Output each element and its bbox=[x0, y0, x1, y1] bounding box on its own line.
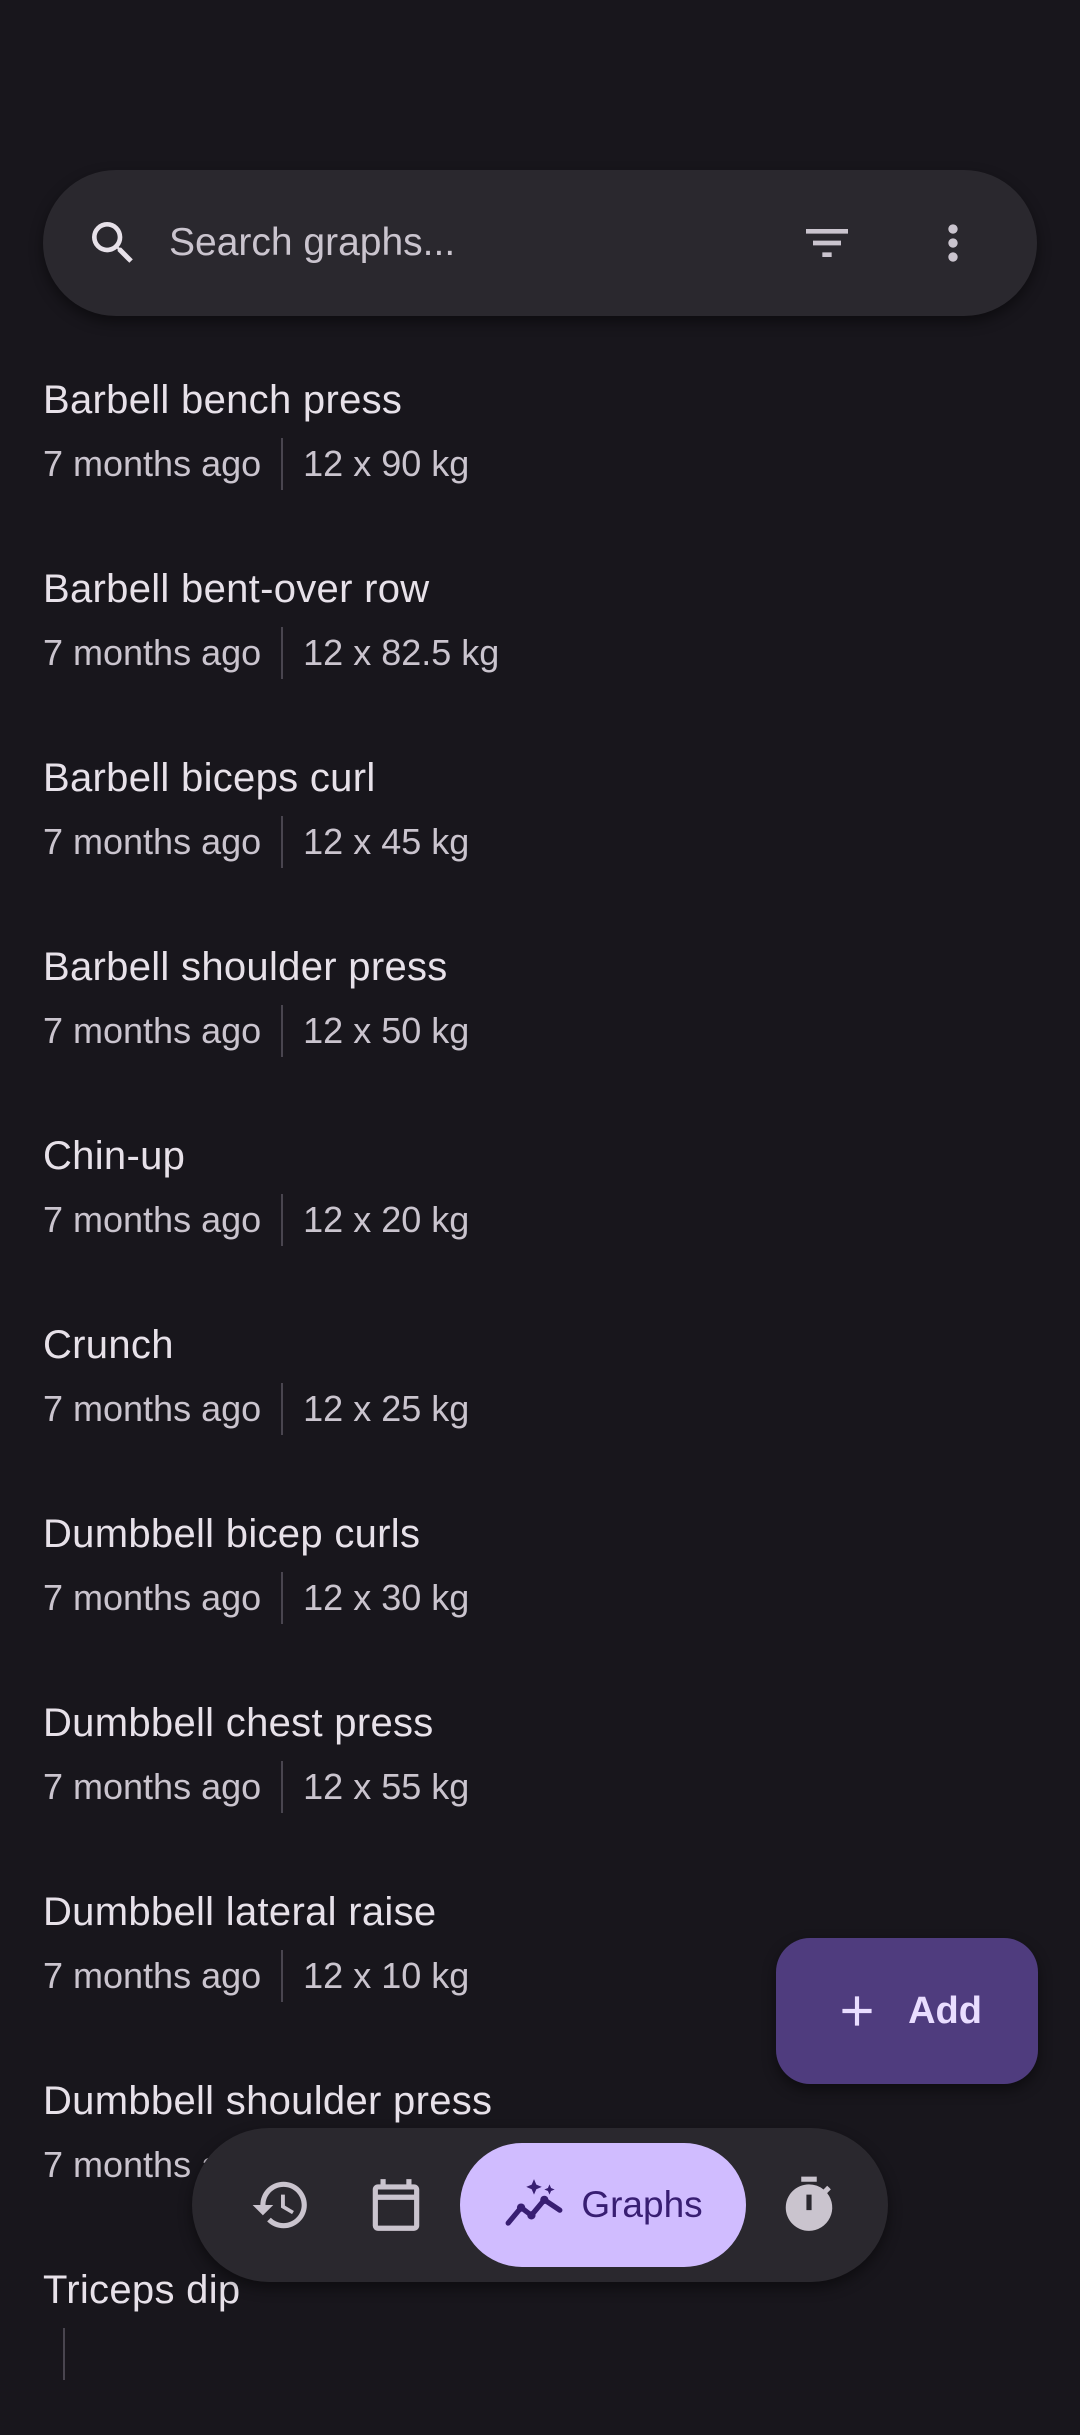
timer-icon bbox=[785, 2176, 833, 2231]
exercise-name: Crunch bbox=[43, 1323, 174, 1367]
divider bbox=[281, 1383, 284, 1435]
filter-icon[interactable] bbox=[799, 215, 855, 271]
last-performed: 7 months ago bbox=[43, 1577, 262, 1618]
exercise-summary: 7 months ago 12 x 25 kg bbox=[43, 1383, 469, 1435]
exercise-summary: 7 months ago 12 x 90 kg bbox=[43, 438, 469, 490]
divider bbox=[281, 627, 284, 679]
last-performed: 7 months ago bbox=[43, 1955, 262, 1996]
nav-timer[interactable] bbox=[760, 2156, 858, 2254]
exercise-name: Barbell bench press bbox=[43, 378, 403, 422]
exercise-summary: 7 months ago 12 x 82.5 kg bbox=[43, 627, 499, 679]
best-set: 12 x 50 kg bbox=[303, 1010, 470, 1051]
list-item[interactable]: Chin-up 7 months ago 12 x 20 kg bbox=[0, 1112, 1080, 1301]
list-item[interactable]: Barbell shoulder press 7 months ago 12 x… bbox=[0, 923, 1080, 1112]
exercise-name: Dumbbell chest press bbox=[43, 1701, 434, 1745]
best-set: 12 x 55 kg bbox=[303, 1766, 470, 1807]
history-icon bbox=[252, 2181, 307, 2229]
divider bbox=[281, 1572, 284, 1624]
last-performed: 7 months ago bbox=[43, 443, 262, 484]
divider bbox=[281, 1950, 284, 2002]
nav-graphs[interactable]: Graphs bbox=[460, 2143, 746, 2267]
last-performed: 7 months ago bbox=[43, 821, 262, 862]
list-item[interactable]: Dumbbell bicep curls 7 months ago 12 x 3… bbox=[0, 1490, 1080, 1679]
best-set: 12 x 10 kg bbox=[303, 1955, 470, 1996]
plus-icon bbox=[842, 1996, 872, 2026]
list-item[interactable]: Dumbbell chest press 7 months ago 12 x 5… bbox=[0, 1679, 1080, 1868]
best-set: 12 x 45 kg bbox=[303, 821, 470, 862]
list-item[interactable]: Crunch 7 months ago 12 x 25 kg bbox=[0, 1301, 1080, 1490]
last-performed: 7 months ago bbox=[43, 1010, 262, 1051]
exercise-name: Barbell bent-over row bbox=[43, 567, 430, 611]
exercise-summary: 7 months ago 12 x 30 kg bbox=[43, 1572, 469, 1624]
exercise-summary bbox=[43, 2328, 85, 2380]
search-input[interactable] bbox=[169, 208, 769, 278]
exercise-name: Triceps dip bbox=[43, 2268, 241, 2312]
exercise-name: Dumbbell bicep curls bbox=[43, 1512, 421, 1556]
graph-sparkle-icon bbox=[505, 2179, 563, 2226]
exercise-name: Barbell shoulder press bbox=[43, 945, 448, 989]
exercise-summary: 7 months ago 12 x 10 kg bbox=[43, 1950, 469, 2002]
divider bbox=[281, 1005, 284, 1057]
best-set: 12 x 90 kg bbox=[303, 443, 470, 484]
divider bbox=[281, 1194, 284, 1246]
last-performed: 7 months ago bbox=[43, 632, 262, 673]
more-vert-icon[interactable] bbox=[925, 215, 981, 271]
nav-graphs-label: Graphs bbox=[581, 2184, 703, 2225]
divider bbox=[63, 2328, 65, 2380]
search-icon[interactable] bbox=[85, 215, 141, 271]
exercise-name: Barbell biceps curl bbox=[43, 756, 376, 800]
exercise-summary: 7 months ago 12 x 20 kg bbox=[43, 1194, 469, 1246]
divider bbox=[281, 816, 284, 868]
best-set: 12 x 25 kg bbox=[303, 1388, 470, 1429]
last-performed: 7 months ago bbox=[43, 1388, 262, 1429]
exercise-name: Chin-up bbox=[43, 1134, 186, 1178]
add-button-label: Add bbox=[908, 1989, 982, 2032]
list-item[interactable]: Barbell biceps curl 7 months ago 12 x 45… bbox=[0, 734, 1080, 923]
exercise-name: Dumbbell lateral raise bbox=[43, 1890, 437, 1934]
best-set: 12 x 20 kg bbox=[303, 1199, 470, 1240]
last-performed: 7 months ago bbox=[43, 1199, 262, 1240]
calendar-icon bbox=[372, 2179, 420, 2231]
exercise-summary: 7 months ago 12 x 45 kg bbox=[43, 816, 469, 868]
divider bbox=[281, 438, 284, 490]
best-set: 12 x 82.5 kg bbox=[303, 632, 500, 673]
nav-history[interactable] bbox=[232, 2156, 330, 2254]
best-set: 12 x 30 kg bbox=[303, 1577, 470, 1618]
exercise-summary: 7 months ago 12 x 55 kg bbox=[43, 1761, 469, 1813]
nav-calendar[interactable] bbox=[347, 2156, 445, 2254]
list-item[interactable]: Barbell bench press 7 months ago 12 x 90… bbox=[0, 356, 1080, 545]
add-button[interactable]: Add bbox=[776, 1938, 1038, 2084]
last-performed: 7 months ago bbox=[43, 1766, 262, 1807]
exercise-summary: 7 months ago 12 x 50 kg bbox=[43, 1005, 469, 1057]
divider bbox=[281, 1761, 284, 1813]
list-item[interactable]: Barbell bent-over row 7 months ago 12 x … bbox=[0, 545, 1080, 734]
bottom-navigation: Graphs bbox=[192, 2128, 888, 2282]
search-bar[interactable] bbox=[43, 170, 1037, 316]
exercise-name: Dumbbell shoulder press bbox=[43, 2079, 493, 2123]
